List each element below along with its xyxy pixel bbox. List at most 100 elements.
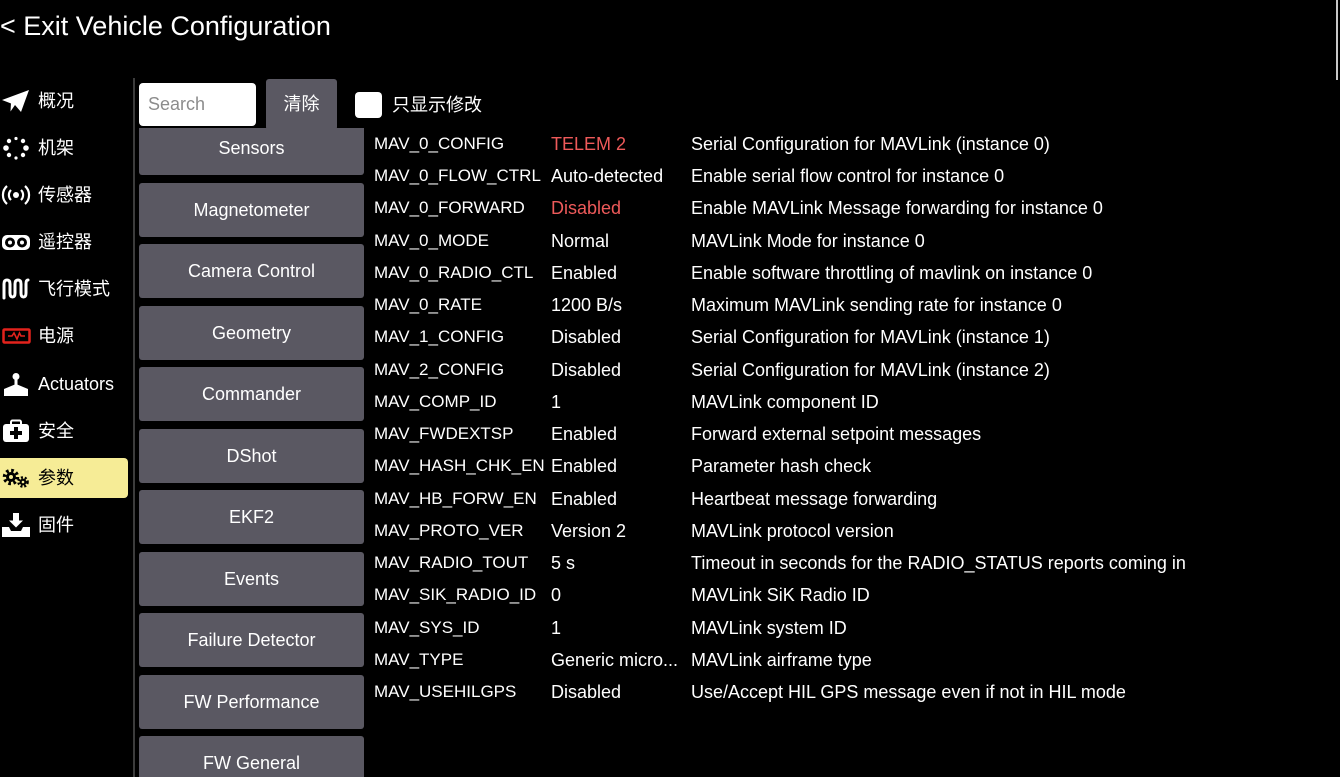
param-value[interactable]: Disabled xyxy=(551,354,691,386)
param-description: MAVLink airframe type xyxy=(691,649,872,670)
group-button-dshot[interactable]: DShot xyxy=(139,428,364,483)
param-name: MAV_0_MODE xyxy=(374,230,489,250)
param-row-mav-2-config[interactable]: MAV_2_CONFIG Disabled Serial Configuration… xyxy=(374,354,1334,386)
param-value[interactable]: Disabled xyxy=(551,676,691,708)
param-name: MAV_COMP_ID xyxy=(374,391,497,411)
param-name: MAV_0_RADIO_CTL xyxy=(374,262,534,282)
param-name: MAV_HASH_CHK_EN xyxy=(374,456,545,476)
param-row-mav-fwdextsp[interactable]: MAV_FWDEXTSP Enabled Forward external setp… xyxy=(374,418,1334,450)
param-name: MAV_RADIO_TOUT xyxy=(374,553,529,573)
sidebar-item-summary[interactable]: 概况 xyxy=(0,81,128,121)
param-description: MAVLink Mode for instance 0 xyxy=(691,230,925,251)
sidebar-item-sensors[interactable]: 传感器 xyxy=(0,175,128,215)
param-row-mav-comp-id[interactable]: MAV_COMP_ID 1 MAVLink component ID xyxy=(374,386,1334,418)
param-description: Timeout in seconds for the RADIO_STATUS … xyxy=(691,553,1186,574)
param-value[interactable]: Normal xyxy=(551,225,691,257)
group-button-camera-control[interactable]: Camera Control xyxy=(139,244,364,298)
group-button-sensors[interactable]: Sensors xyxy=(139,128,364,175)
param-value[interactable]: Version 2 xyxy=(551,515,691,547)
param-description: Forward external setpoint messages xyxy=(691,424,982,445)
group-button-failure-detector[interactable]: Failure Detector xyxy=(139,613,364,667)
sidebar-item-label: 安全 xyxy=(38,420,74,441)
param-name: MAV_SYS_ID xyxy=(374,617,480,637)
param-name: MAV_2_CONFIG xyxy=(374,359,505,379)
param-value[interactable]: 1 xyxy=(551,612,691,644)
group-button-events[interactable]: Events xyxy=(139,551,364,606)
sidebar-item-firmware[interactable]: 固件 xyxy=(0,505,128,545)
param-value[interactable]: Enabled xyxy=(551,418,691,450)
param-row-mav-0-radio-ctl[interactable]: MAV_0_RADIO_CTL Enabled Enable software th… xyxy=(374,257,1334,289)
param-row-mav-sys-id[interactable]: MAV_SYS_ID 1 MAVLink system ID xyxy=(374,612,1334,644)
show-modified-label[interactable]: 只显示修改 xyxy=(392,92,482,118)
battery-icon xyxy=(1,324,31,348)
param-name: MAV_0_FLOW_CTRL xyxy=(374,166,541,186)
sidebar-item-label: 电源 xyxy=(38,326,74,347)
param-row-mav-proto-ver[interactable]: MAV_PROTO_VER Version 2 MAVLink protocol v… xyxy=(374,515,1334,547)
sidebar-item-safety[interactable]: 安全 xyxy=(0,411,128,451)
param-description: Parameter hash check xyxy=(691,456,872,477)
sidebar-item-power[interactable]: 电源 xyxy=(0,316,128,356)
param-description: MAVLink protocol version xyxy=(691,520,894,541)
param-row-mav-0-config[interactable]: MAV_0_CONFIG TELEM 2 Serial Configuration … xyxy=(374,128,1334,160)
search-input[interactable] xyxy=(139,83,256,126)
param-name: MAV_1_CONFIG xyxy=(374,327,505,347)
group-button-magnetometer[interactable]: Magnetometer xyxy=(139,182,364,237)
group-button-commander[interactable]: Commander xyxy=(139,367,364,421)
param-row-mav-0-flow-ctrl[interactable]: MAV_0_FLOW_CTRL Auto-detected Enable seria… xyxy=(374,160,1334,192)
param-description: MAVLink system ID xyxy=(691,617,847,638)
param-row-mav-radio-tout[interactable]: MAV_RADIO_TOUT 5 s Timeout in seconds for … xyxy=(374,547,1334,579)
airframe-icon xyxy=(1,136,31,160)
param-value[interactable]: Enabled xyxy=(551,450,691,482)
sidebar-item-airframe[interactable]: 机架 xyxy=(0,128,128,168)
flight-modes-icon xyxy=(1,277,31,301)
param-name: MAV_SIK_RADIO_ID xyxy=(374,585,537,605)
param-row-mav-type[interactable]: MAV_TYPE Generic micro... MAVLink airframe… xyxy=(374,644,1334,676)
param-row-mav-sik-radio-id[interactable]: MAV_SIK_RADIO_ID 0 MAVLink SiK Radio ID xyxy=(374,579,1334,611)
param-row-mav-0-mode[interactable]: MAV_0_MODE Normal MAVLink Mode for instanc… xyxy=(374,225,1334,257)
param-row-mav-0-rate[interactable]: MAV_0_RATE 1200 B/s Maximum MAVLink sendin… xyxy=(374,289,1334,321)
param-row-mav-usehilgps[interactable]: MAV_USEHILGPS Disabled Use/Accept HIL GPS … xyxy=(374,676,1334,708)
parameter-group-list[interactable]: Sensors Magnetometer Camera Control Geometr… xyxy=(139,128,364,777)
param-value[interactable]: 0 xyxy=(551,579,691,611)
exit-vehicle-configuration-button[interactable]: < Exit Vehicle Configuration xyxy=(0,7,331,45)
param-value[interactable]: Generic micro... xyxy=(551,644,691,676)
param-row-mav-hb-forw-en[interactable]: MAV_HB_FORW_EN Enabled Heartbeat message f… xyxy=(374,483,1334,515)
param-description: Maximum MAVLink sending rate for instanc… xyxy=(691,295,1062,316)
group-button-fw-general[interactable]: FW General xyxy=(139,736,364,777)
sidebar-item-actuators[interactable]: Actuators xyxy=(0,364,128,404)
param-name: MAV_HB_FORW_EN xyxy=(374,488,537,508)
param-name: MAV_0_RATE xyxy=(374,295,483,315)
param-value[interactable]: TELEM 2 xyxy=(551,128,691,160)
paper-plane-icon xyxy=(1,89,31,113)
vehicle-setup-sidebar: 概况 机架 传感器 遥控器 飞行模式 电源 Actuators 安全 参数 固件 xyxy=(0,81,128,552)
sidebar-item-flight-modes[interactable]: 飞行模式 xyxy=(0,269,128,309)
show-modified-checkbox[interactable] xyxy=(355,92,382,118)
param-value[interactable]: Enabled xyxy=(551,257,691,289)
param-value[interactable]: 1200 B/s xyxy=(551,289,691,321)
param-row-mav-0-forward[interactable]: MAV_0_FORWARD Disabled Enable MAVLink Mess… xyxy=(374,192,1334,224)
param-description: Enable software throttling of mavlink on… xyxy=(691,262,1093,283)
sidebar-divider xyxy=(133,78,135,777)
param-description: MAVLink SiK Radio ID xyxy=(691,585,870,606)
clear-button[interactable]: 清除 xyxy=(266,79,337,130)
param-row-mav-1-config[interactable]: MAV_1_CONFIG Disabled Serial Configuration… xyxy=(374,321,1334,353)
param-name: MAV_USEHILGPS xyxy=(374,681,517,701)
sidebar-item-label: 机架 xyxy=(38,138,74,159)
param-value[interactable]: Disabled xyxy=(551,192,691,224)
group-button-ekf2[interactable]: EKF2 xyxy=(139,490,364,544)
param-value[interactable]: Auto-detected xyxy=(551,160,691,192)
param-value[interactable]: Enabled xyxy=(551,483,691,515)
sidebar-item-radio[interactable]: 遥控器 xyxy=(0,222,128,262)
gears-icon xyxy=(1,466,31,490)
group-button-fw-performance[interactable]: FW Performance xyxy=(139,674,364,729)
group-button-geometry[interactable]: Geometry xyxy=(139,305,364,360)
param-value[interactable]: Disabled xyxy=(551,321,691,353)
param-value[interactable]: 1 xyxy=(551,386,691,418)
sidebar-item-label: 固件 xyxy=(38,514,74,535)
param-row-mav-hash-chk-en[interactable]: MAV_HASH_CHK_EN Enabled Parameter hash che… xyxy=(374,450,1334,482)
scrollbar-thumb[interactable] xyxy=(1336,0,1338,80)
param-value[interactable]: 5 s xyxy=(551,547,691,579)
sidebar-item-label: 遥控器 xyxy=(38,232,92,253)
sidebar-item-parameters[interactable]: 参数 xyxy=(0,457,128,498)
sidebar-item-label: 概况 xyxy=(38,91,74,111)
